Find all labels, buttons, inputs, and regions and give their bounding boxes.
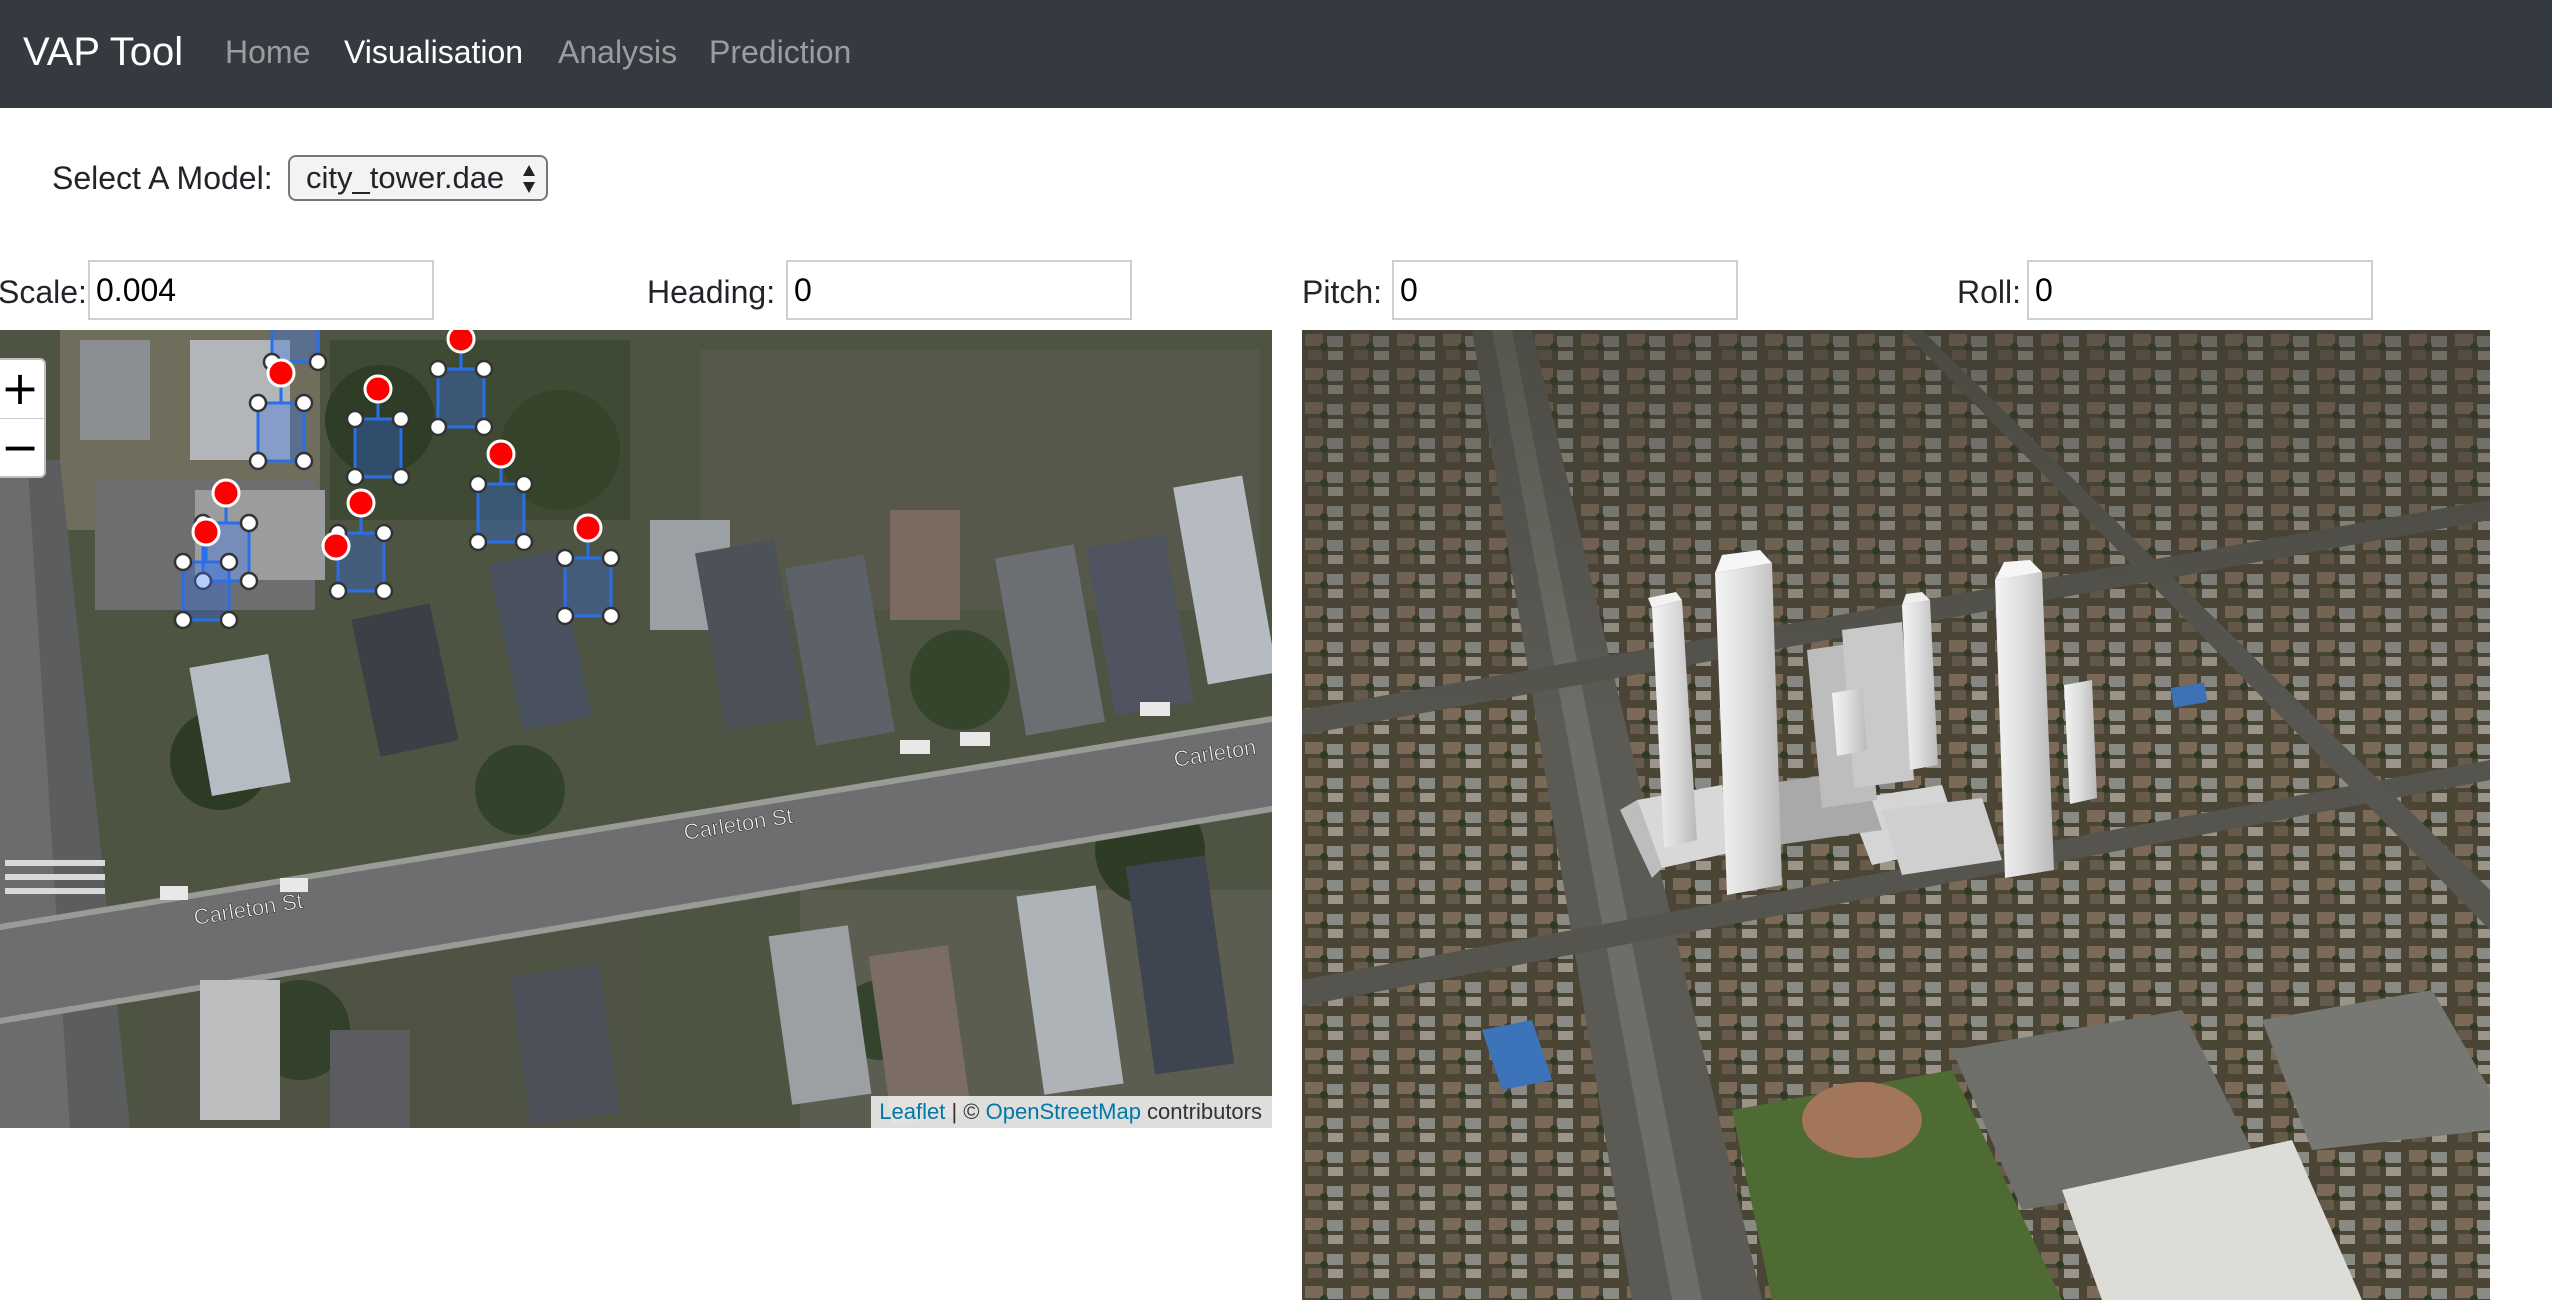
roll-label: Roll:	[1957, 274, 2022, 310]
vertex-handle-icon[interactable]	[474, 359, 494, 379]
vertex-handle-icon[interactable]	[173, 552, 193, 572]
heading-input[interactable]: 0	[786, 260, 1132, 320]
vertex-handle-icon[interactable]	[514, 474, 534, 494]
vertex-handle-icon[interactable]	[345, 467, 365, 487]
leaflet-link[interactable]: Leaflet	[879, 1099, 945, 1124]
vertex-handle-icon[interactable]	[308, 352, 328, 372]
map-attribution: Leaflet | © OpenStreetMap contributors	[871, 1096, 1272, 1128]
vertex-handle-icon[interactable]	[328, 581, 348, 601]
vertex-handle-icon[interactable]	[391, 467, 411, 487]
vertex-handle-icon[interactable]	[428, 359, 448, 379]
map-view[interactable]: Carleton St Carleton St Carleton + − Lea…	[0, 330, 1272, 1128]
vertex-handle-icon[interactable]	[294, 393, 314, 413]
nav-link-visualisation[interactable]: Visualisation	[344, 30, 523, 74]
nav-link-analysis[interactable]: Analysis	[558, 30, 677, 74]
attribution-separator: | ©	[945, 1099, 986, 1124]
marker-icon[interactable]	[486, 439, 516, 469]
osm-link[interactable]: OpenStreetMap	[986, 1099, 1141, 1124]
vertex-handle-icon[interactable]	[555, 548, 575, 568]
marker-icon[interactable]	[363, 374, 393, 404]
vertex-handle-icon[interactable]	[239, 513, 259, 533]
zoom-control: + −	[0, 358, 46, 478]
vertex-handle-icon[interactable]	[374, 581, 394, 601]
building-footprint[interactable]	[353, 417, 403, 479]
navbar: VAP Tool Home Visualisation Analysis Pre…	[0, 0, 2552, 108]
vertex-handle-icon[interactable]	[391, 409, 411, 429]
marker-icon[interactable]	[191, 517, 221, 547]
building-footprint[interactable]	[476, 482, 526, 544]
building-footprint[interactable]	[256, 401, 306, 463]
vertex-handle-icon[interactable]	[248, 451, 268, 471]
building-footprint[interactable]	[563, 556, 613, 618]
select-arrows-icon	[523, 165, 535, 193]
footprint-overlay	[173, 330, 621, 630]
vertex-handle-icon[interactable]	[474, 417, 494, 437]
model-select[interactable]: city_tower.dae	[288, 155, 548, 201]
brand-logo[interactable]: VAP Tool	[23, 26, 183, 78]
heading-label: Heading:	[647, 274, 776, 310]
marker-icon[interactable]	[211, 478, 241, 508]
model-select-label: Select A Model:	[52, 160, 273, 196]
vertex-handle-icon[interactable]	[468, 532, 488, 552]
model-select-value: city_tower.dae	[306, 160, 505, 195]
marker-icon[interactable]	[266, 358, 296, 388]
zoom-out-button[interactable]: −	[0, 419, 44, 477]
vertex-handle-icon[interactable]	[555, 606, 575, 626]
building-footprint[interactable]	[181, 560, 231, 622]
vertex-handle-icon[interactable]	[428, 417, 448, 437]
marker-icon[interactable]	[346, 488, 376, 518]
3d-city-render	[1302, 330, 2490, 1300]
vertex-handle-icon[interactable]	[239, 571, 259, 591]
marker-icon[interactable]	[573, 513, 603, 543]
vertex-handle-icon[interactable]	[219, 610, 239, 630]
vertex-handle-icon[interactable]	[173, 610, 193, 630]
pitch-input[interactable]: 0	[1392, 260, 1738, 320]
roll-input[interactable]: 0	[2027, 260, 2373, 320]
vertex-handle-icon[interactable]	[514, 532, 534, 552]
vertex-handle-icon[interactable]	[374, 523, 394, 543]
vertex-handle-icon[interactable]	[601, 548, 621, 568]
scale-input[interactable]: 0.004	[88, 260, 434, 320]
marker-icon[interactable]	[446, 330, 476, 354]
pitch-label: Pitch:	[1302, 274, 1383, 310]
vertex-handle-icon[interactable]	[219, 552, 239, 572]
3d-scene-view[interactable]	[1302, 330, 2490, 1300]
vertex-handle-icon[interactable]	[468, 474, 488, 494]
scale-label: Scale:	[0, 274, 87, 310]
nav-link-home[interactable]: Home	[225, 30, 310, 74]
marker-icon[interactable]	[321, 531, 351, 561]
vertex-handle-icon[interactable]	[601, 606, 621, 626]
vertex-handle-icon[interactable]	[294, 451, 314, 471]
building-footprint[interactable]	[436, 367, 486, 429]
nav-link-prediction[interactable]: Prediction	[709, 30, 851, 74]
vertex-handle-icon[interactable]	[248, 393, 268, 413]
zoom-in-button[interactable]: +	[0, 360, 44, 418]
attribution-contributors: contributors	[1140, 1099, 1262, 1124]
vertex-handle-icon[interactable]	[345, 409, 365, 429]
